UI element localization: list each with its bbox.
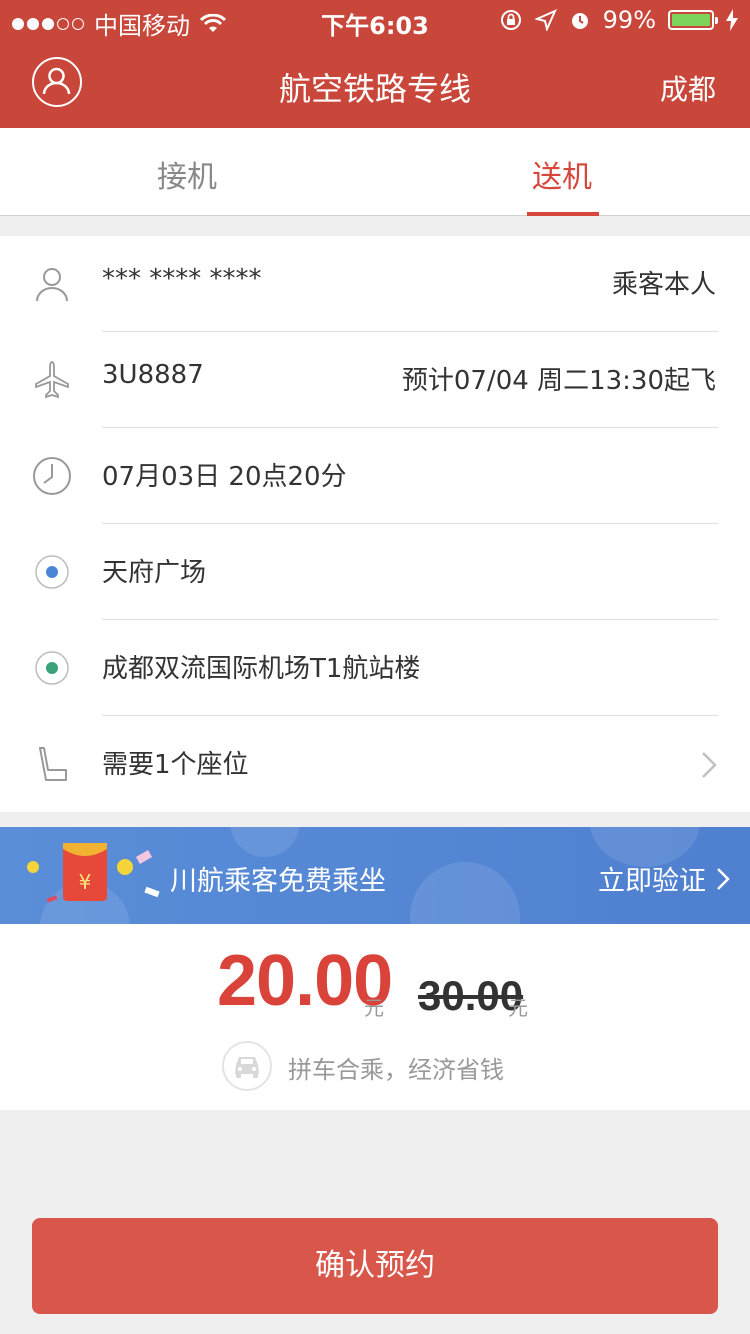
seat-count: 需要1个座位	[102, 750, 249, 780]
city-selector[interactable]: 成都	[660, 68, 716, 108]
flight-number: 3U8887	[102, 360, 204, 390]
rotation-lock-icon	[500, 10, 521, 30]
dropoff-location: 成都双流国际机场T1航站楼	[102, 654, 421, 684]
promo-text: 川航乘客免费乘坐	[170, 866, 386, 897]
booking-form: *** **** **** 乘客本人 3U8887 预计07/04 周二13:3…	[0, 236, 750, 812]
chevron-right-icon	[717, 867, 730, 890]
flight-departure: 预计07/04 周二13:30起飞	[401, 366, 716, 396]
flight-row[interactable]: 3U8887 预计07/04 周二13:30起飞	[0, 332, 750, 428]
battery-icon	[668, 10, 718, 30]
charging-icon	[726, 9, 738, 31]
tab-pickup[interactable]: 接机	[157, 152, 217, 196]
service-tabs: 接机 送机	[0, 128, 750, 216]
passenger-name: *** **** ****	[102, 264, 262, 294]
carpool-note: 拼车合乘，经济省钱	[288, 1056, 504, 1084]
passenger-icon	[36, 268, 68, 302]
verify-label: 立即验证	[598, 866, 706, 897]
red-envelope-icon: ¥	[27, 843, 160, 903]
tab-dropoff[interactable]: 送机	[532, 152, 592, 196]
dropoff-location-row[interactable]: 成都双流国际机场T1航站楼	[0, 620, 750, 716]
current-price-unit: 元	[364, 996, 384, 1020]
active-tab-indicator	[527, 212, 599, 216]
pickup-location: 天府广场	[102, 558, 207, 588]
alarm-icon	[571, 13, 588, 29]
airplane-icon	[35, 361, 69, 399]
departure-time: 07月03日 20点20分	[102, 462, 347, 492]
nav-bar: 航空铁路专线 成都	[0, 40, 750, 128]
svg-text:¥: ¥	[79, 870, 92, 894]
chevron-right-icon	[702, 752, 717, 778]
price-panel: 20.00 元 30.00 元 拼车合乘，经济省钱	[0, 924, 750, 1110]
page-title: 航空铁路专线	[278, 70, 471, 108]
promo-banner[interactable]: ¥ 川航乘客免费乘坐 立即验证	[0, 827, 750, 924]
pickup-location-row[interactable]: 天府广场	[0, 524, 750, 620]
confirm-booking-button[interactable]: 确认预约	[32, 1218, 718, 1314]
passenger-row[interactable]: *** **** **** 乘客本人	[0, 236, 750, 332]
passenger-type: 乘客本人	[611, 270, 716, 300]
location-icon	[534, 9, 557, 31]
seat-icon	[39, 747, 67, 781]
car-icon	[222, 1041, 272, 1091]
time-row[interactable]: 07月03日 20点20分	[0, 428, 750, 524]
status-right: 99%	[499, 6, 738, 34]
battery-percent: 99%	[602, 6, 656, 34]
original-price-unit: 元	[508, 996, 528, 1020]
destination-dot-icon	[35, 651, 69, 685]
seats-row[interactable]: 需要1个座位	[0, 716, 750, 812]
status-bar: 中国移动 下午6:03 99%	[0, 0, 750, 40]
origin-dot-icon	[35, 555, 69, 589]
clock-icon	[33, 457, 71, 495]
verify-now-button[interactable]: 立即验证	[598, 859, 730, 898]
